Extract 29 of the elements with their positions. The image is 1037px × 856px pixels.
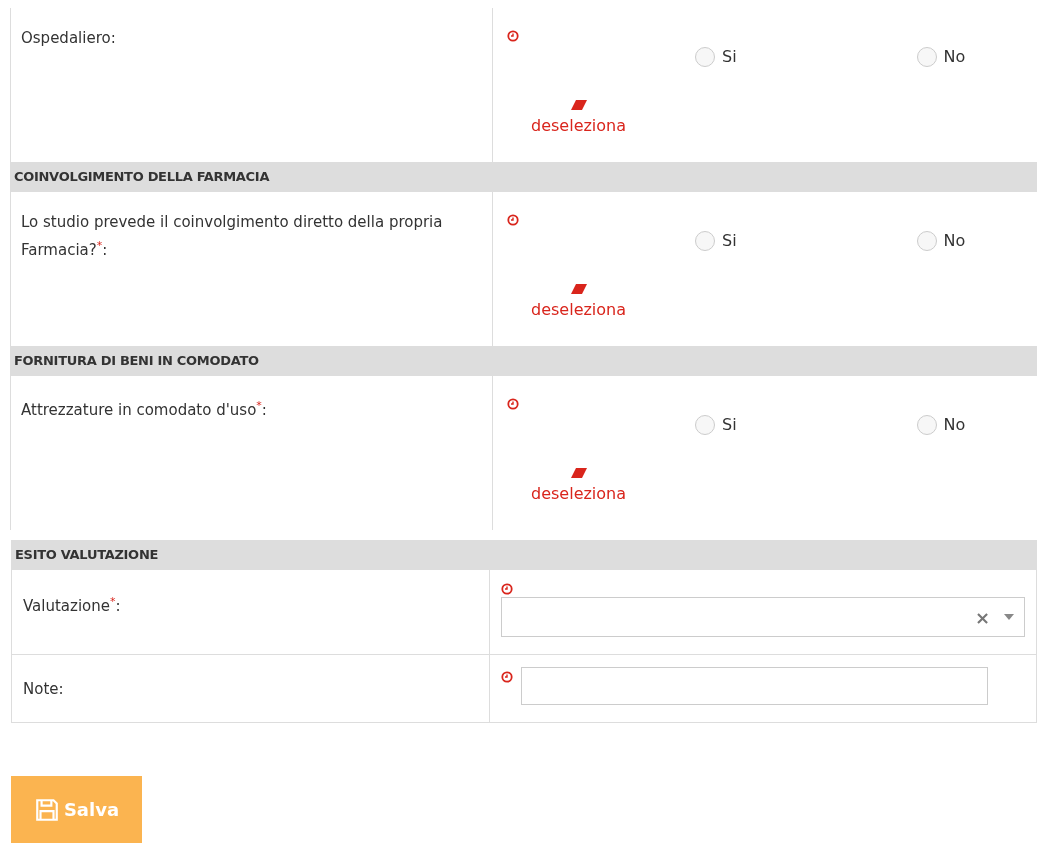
select-field[interactable]: × bbox=[501, 597, 1025, 637]
section-header: COINVOLGIMENTO DELLA FARMACIA bbox=[10, 162, 1037, 192]
field-label: Note: bbox=[23, 678, 64, 700]
caret-icon bbox=[1004, 614, 1014, 620]
section-header: FORNITURA DI BENI IN COMODATO bbox=[10, 346, 1037, 376]
clear-link[interactable]: deseleziona bbox=[531, 100, 627, 138]
clear-link[interactable]: deseleziona bbox=[531, 468, 627, 506]
input-field[interactable] bbox=[521, 667, 988, 705]
radio-option[interactable]: No bbox=[916, 229, 966, 253]
field-label: Ospedaliero: bbox=[21, 29, 116, 47]
clock-icon bbox=[507, 30, 519, 42]
clock-icon bbox=[507, 214, 519, 226]
radio-option[interactable]: No bbox=[916, 413, 966, 437]
clock-icon bbox=[501, 583, 513, 595]
radio-option[interactable]: Si bbox=[695, 413, 737, 437]
eraser-icon bbox=[570, 100, 587, 110]
eraser-icon bbox=[570, 468, 587, 478]
radio-option[interactable]: Si bbox=[695, 45, 737, 69]
clock-icon bbox=[501, 671, 513, 683]
field-label: Valutazione$^{*}$: bbox=[23, 597, 121, 615]
clear-link[interactable]: deseleziona bbox=[531, 284, 627, 322]
clear-icon[interactable]: × bbox=[974, 603, 990, 631]
eraser-icon bbox=[570, 284, 587, 294]
field-label: Lo studio prevede il coinvolgimento diretto della propria Farmacia?$^{*}$: bbox=[21, 213, 443, 259]
radio-option[interactable]: No bbox=[916, 45, 966, 69]
field-label: Attrezzature in comodato d'uso$^{*}$: bbox=[21, 401, 267, 419]
section-header: ESITO VALUTAZIONE bbox=[11, 540, 1037, 570]
radio-option[interactable]: Si bbox=[695, 229, 737, 253]
clock-icon bbox=[507, 398, 519, 410]
